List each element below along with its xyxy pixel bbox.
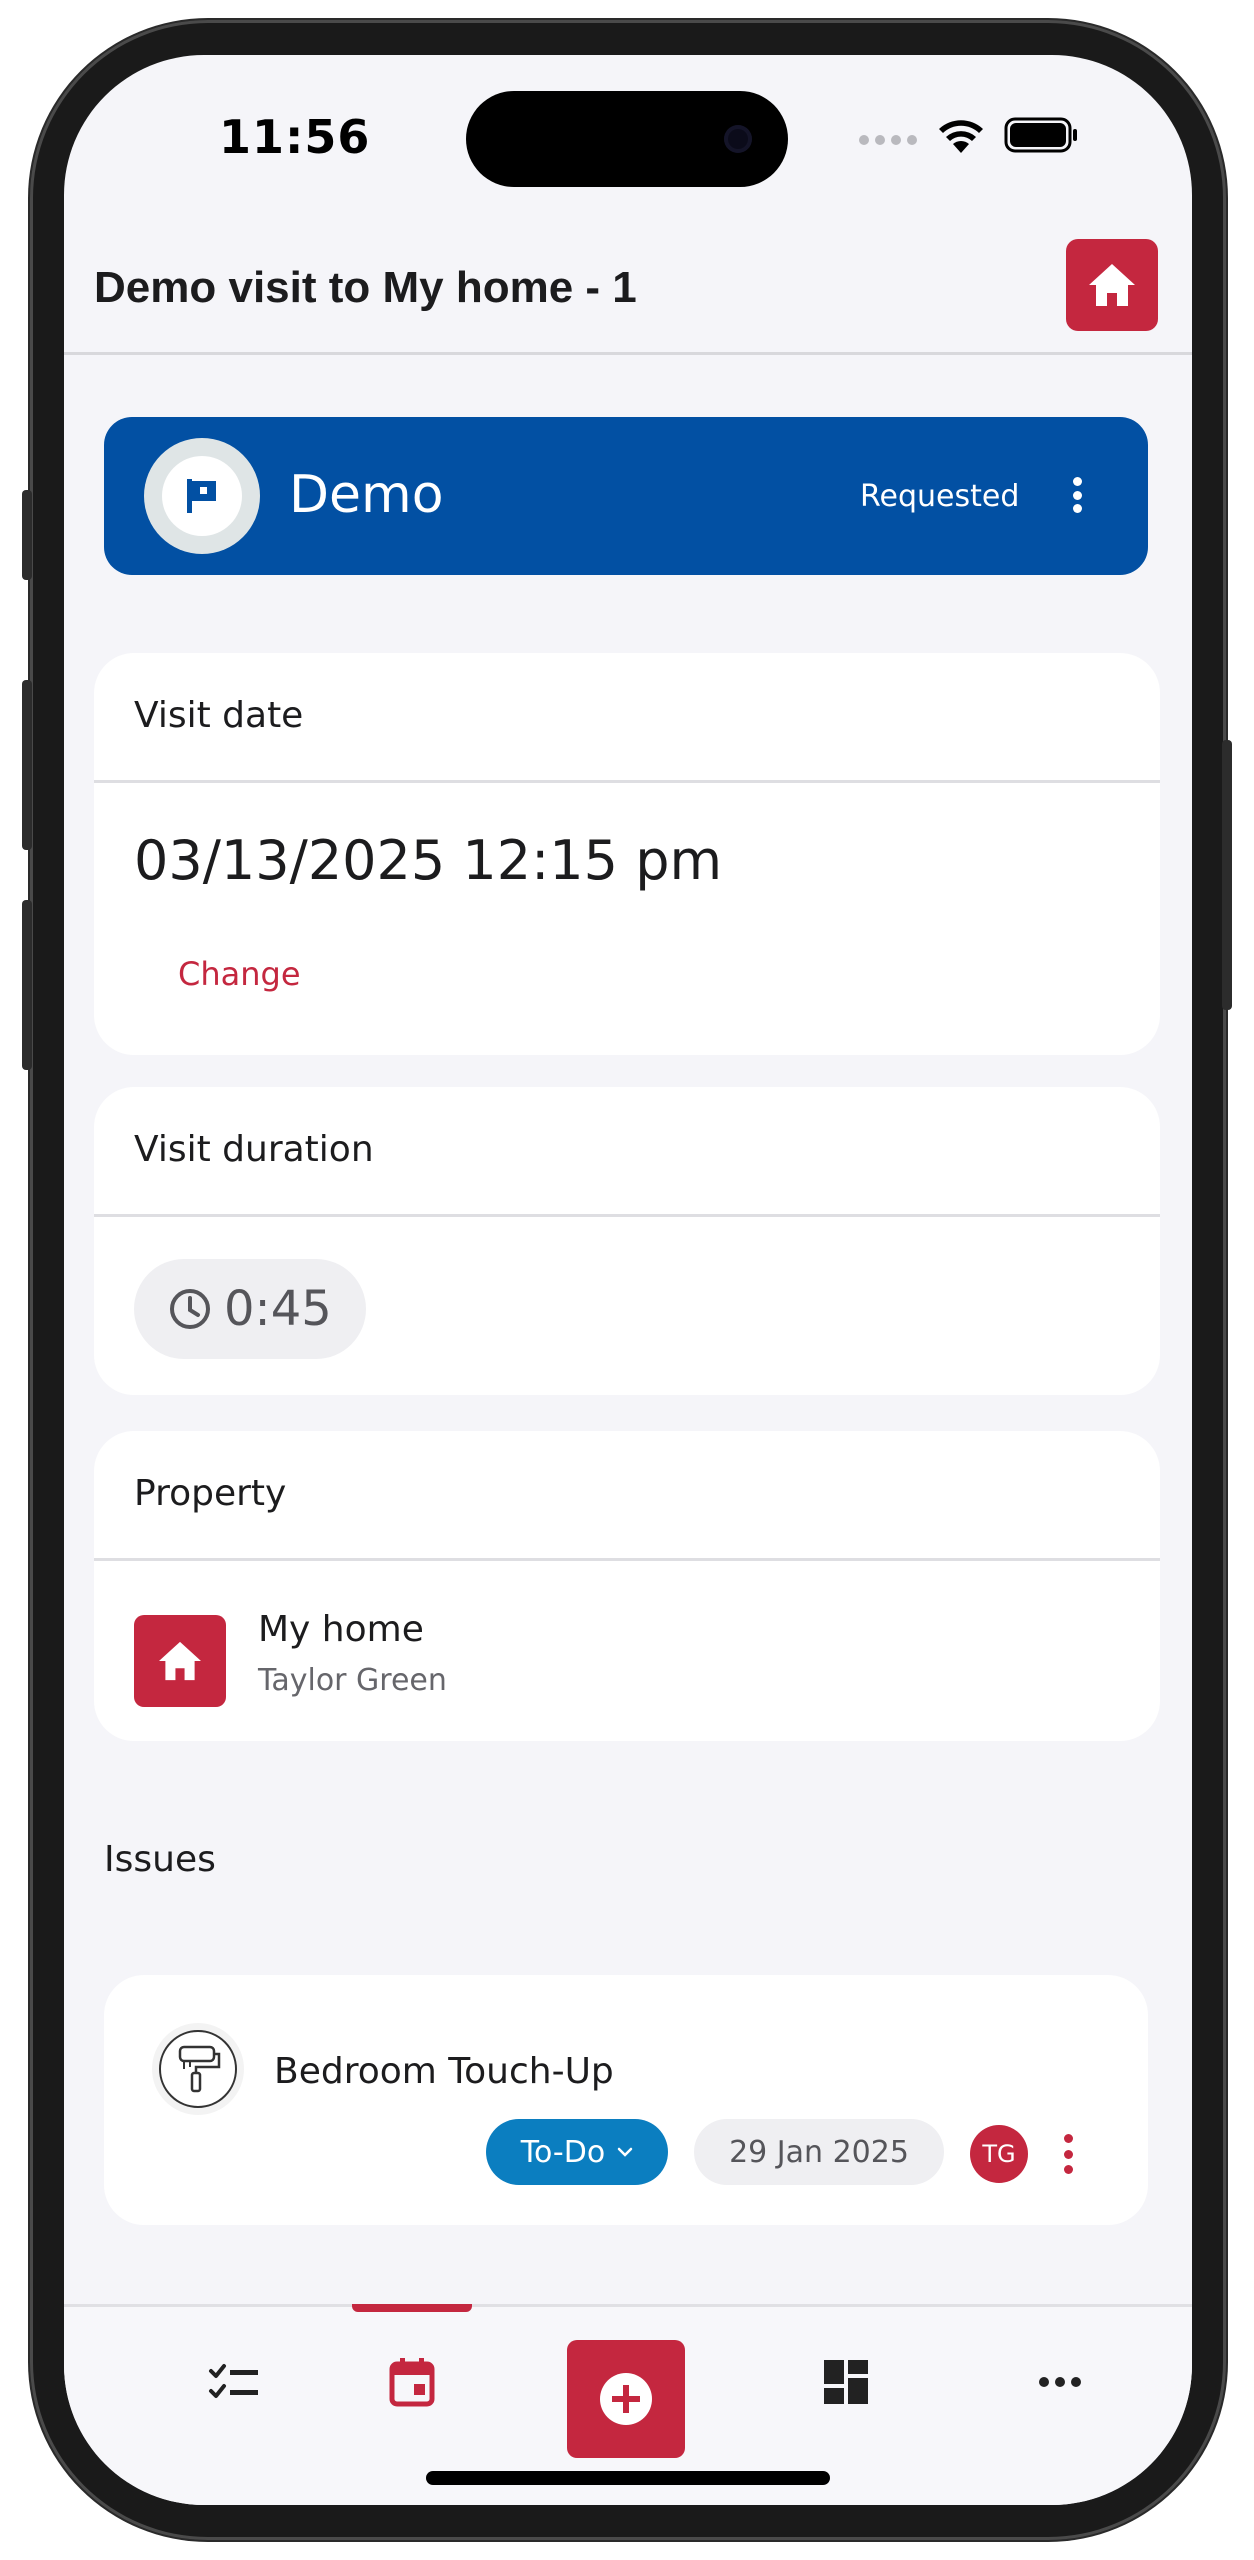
visit-date-label: Visit date bbox=[134, 695, 304, 736]
change-date-link[interactable]: Change bbox=[178, 955, 301, 993]
home-icon bbox=[159, 1641, 201, 1681]
visit-avatar bbox=[144, 438, 260, 554]
visit-duration-label: Visit duration bbox=[134, 1129, 374, 1170]
nav-tasks[interactable] bbox=[194, 2307, 274, 2457]
issue-date-chip[interactable]: 29 Jan 2025 bbox=[694, 2119, 944, 2185]
battery-icon bbox=[1004, 117, 1077, 153]
visit-duration-card: Visit duration 0:45 bbox=[94, 1087, 1160, 1395]
visit-name: Demo bbox=[289, 465, 444, 525]
issues-heading: Issues bbox=[104, 1839, 216, 1880]
visit-more-icon[interactable] bbox=[1062, 473, 1092, 517]
cellular-signal-icon bbox=[859, 135, 917, 145]
tasks-icon bbox=[209, 2364, 258, 2398]
paint-roller-icon bbox=[178, 2045, 221, 2093]
issue-status-dropdown[interactable]: To-Do bbox=[486, 2119, 668, 2185]
flag-icon bbox=[187, 479, 216, 513]
wifi-icon bbox=[939, 120, 983, 153]
page-title: Demo visit to My home - 1 bbox=[94, 263, 637, 312]
home-icon bbox=[1089, 264, 1135, 306]
visit-date-card: Visit date 03/13/2025 12:15 pm Change bbox=[94, 653, 1160, 1055]
issue-more-icon[interactable] bbox=[1056, 2131, 1080, 2177]
issue-status-label: To-Do bbox=[520, 2134, 606, 2170]
chevron-down-icon bbox=[617, 2147, 633, 2157]
app-screen: 11:56 Demo visit to My home - 1 Demo Req… bbox=[64, 55, 1192, 2505]
dashboard-icon bbox=[824, 2360, 868, 2404]
visit-banner[interactable]: Demo Requested bbox=[104, 417, 1148, 575]
property-home-icon[interactable] bbox=[134, 1615, 226, 1707]
home-indicator bbox=[426, 2471, 830, 2485]
more-icon bbox=[1039, 2377, 1081, 2387]
visit-date-value: 03/13/2025 12:15 pm bbox=[134, 829, 723, 892]
property-card: Property My home Taylor Green bbox=[94, 1431, 1160, 1741]
add-button[interactable] bbox=[567, 2340, 685, 2458]
property-header: Property bbox=[94, 1431, 1160, 1561]
property-label: Property bbox=[134, 1473, 287, 1514]
home-button[interactable] bbox=[1066, 239, 1158, 331]
issue-title: Bedroom Touch-Up bbox=[274, 2051, 614, 2092]
visit-status: Requested bbox=[860, 479, 1020, 514]
nav-calendar[interactable] bbox=[372, 2307, 452, 2457]
calendar-icon bbox=[389, 2358, 435, 2407]
issue-thumbnail bbox=[152, 2023, 244, 2115]
duration-chip[interactable]: 0:45 bbox=[134, 1259, 366, 1359]
add-icon bbox=[600, 2373, 652, 2425]
camera-icon bbox=[724, 125, 752, 153]
assignee-avatar[interactable]: TG bbox=[970, 2125, 1028, 2183]
volume-up-button bbox=[22, 680, 32, 850]
app-header: Demo visit to My home - 1 bbox=[64, 237, 1192, 355]
visit-duration-header: Visit duration bbox=[94, 1087, 1160, 1217]
volume-down-button bbox=[22, 900, 32, 1070]
status-time: 11:56 bbox=[219, 110, 371, 164]
issue-card[interactable]: Bedroom Touch-Up To-Do 29 Jan 2025 TG bbox=[104, 1975, 1148, 2225]
duration-value: 0:45 bbox=[224, 1281, 332, 1337]
nav-dashboard[interactable] bbox=[806, 2307, 886, 2457]
property-name[interactable]: My home bbox=[258, 1609, 424, 1650]
power-button bbox=[1222, 740, 1232, 1010]
clock-icon bbox=[170, 1289, 210, 1329]
visit-date-header: Visit date bbox=[94, 653, 1160, 783]
dynamic-island bbox=[466, 91, 788, 187]
nav-more[interactable] bbox=[1020, 2307, 1100, 2457]
silent-switch bbox=[22, 490, 32, 580]
property-owner: Taylor Green bbox=[258, 1663, 447, 1698]
